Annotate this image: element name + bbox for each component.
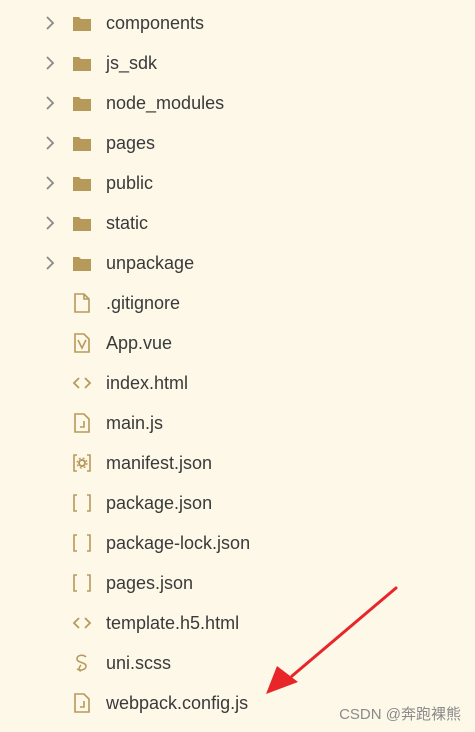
red-arrow-annotation (266, 586, 398, 694)
csdn-watermark: CSDN @奔跑裸熊 (339, 706, 461, 723)
